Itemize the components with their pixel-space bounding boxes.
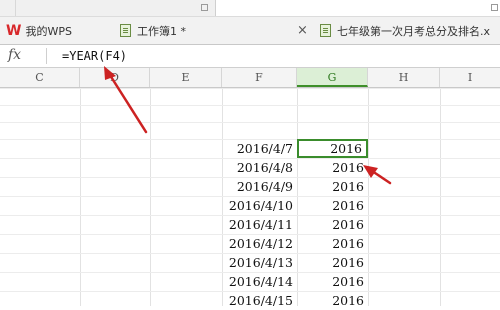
grid-line [150, 88, 151, 306]
column-headers: C D E F G H I [0, 68, 500, 88]
date-cell[interactable]: 2016/4/14 [222, 272, 297, 291]
date-cell[interactable]: 2016/4/9 [222, 177, 297, 196]
year-cell[interactable]: 2016 [297, 291, 368, 310]
formula-bar-divider [46, 48, 47, 64]
year-cell[interactable]: 2016 [297, 177, 368, 196]
date-cell[interactable]: 2016/4/7 [222, 139, 297, 158]
year-cell[interactable]: 2016 [297, 272, 368, 291]
tab-label: 七年级第一次月考总分及排名.x [337, 24, 491, 38]
grid-line [80, 88, 81, 306]
close-tab-icon[interactable]: × [297, 17, 308, 44]
spreadsheet-grid[interactable]: 2016/4/7 2016 2016/4/8 2016 2016/4/9 201… [0, 88, 500, 308]
year-cell[interactable]: 2016 [297, 215, 368, 234]
grid-line [0, 105, 500, 106]
title-strip-separator [215, 0, 216, 16]
date-cell[interactable]: 2016/4/15 [222, 291, 297, 310]
minimize-icon[interactable] [201, 4, 208, 11]
column-header-d[interactable]: D [80, 68, 150, 87]
spreadsheet-icon [320, 24, 331, 37]
grid-line [368, 88, 369, 306]
year-cell[interactable]: 2016 [297, 234, 368, 253]
column-header-c[interactable]: C [0, 68, 80, 87]
wps-logo-icon: W [6, 22, 22, 39]
spreadsheet-icon [120, 24, 131, 37]
column-header-i[interactable]: I [440, 68, 500, 87]
date-cell[interactable]: 2016/4/8 [222, 158, 297, 177]
tab-exam-scores[interactable]: 七年级第一次月考总分及排名.x [320, 17, 500, 44]
tab-my-wps[interactable]: W 我的WPS [6, 17, 72, 44]
grid-line [0, 88, 500, 89]
restore-icon[interactable] [491, 4, 498, 11]
year-cell[interactable]: 2016 [297, 158, 368, 177]
year-cell[interactable]: 2016 [297, 253, 368, 272]
tab-label: 工作簿1 * [137, 24, 186, 38]
date-cell[interactable]: 2016/4/10 [222, 196, 297, 215]
fx-icon[interactable]: fx [8, 47, 21, 63]
tab-workbook1[interactable]: 工作簿1 * [120, 17, 186, 44]
date-cell[interactable]: 2016/4/13 [222, 253, 297, 272]
grid-line [440, 88, 441, 306]
tab-label: 我的WPS [25, 24, 72, 38]
formula-input[interactable]: =YEAR(F4) [62, 49, 127, 63]
selected-year-cell[interactable]: 2016 [297, 139, 368, 158]
column-header-f[interactable]: F [222, 68, 297, 87]
column-header-e[interactable]: E [150, 68, 222, 87]
title-strip-divider [15, 0, 16, 16]
document-tab-bar: W 我的WPS 工作簿1 * × 七年级第一次月考总分及排名.x [0, 17, 500, 45]
title-strip-left [0, 0, 215, 16]
date-cell[interactable]: 2016/4/12 [222, 234, 297, 253]
date-cell[interactable]: 2016/4/11 [222, 215, 297, 234]
column-header-g[interactable]: G [297, 68, 368, 87]
column-header-h[interactable]: H [368, 68, 440, 87]
title-strip [0, 0, 500, 17]
year-cell[interactable]: 2016 [297, 196, 368, 215]
formula-bar: fx =YEAR(F4) [0, 45, 500, 68]
grid-line [0, 122, 500, 123]
